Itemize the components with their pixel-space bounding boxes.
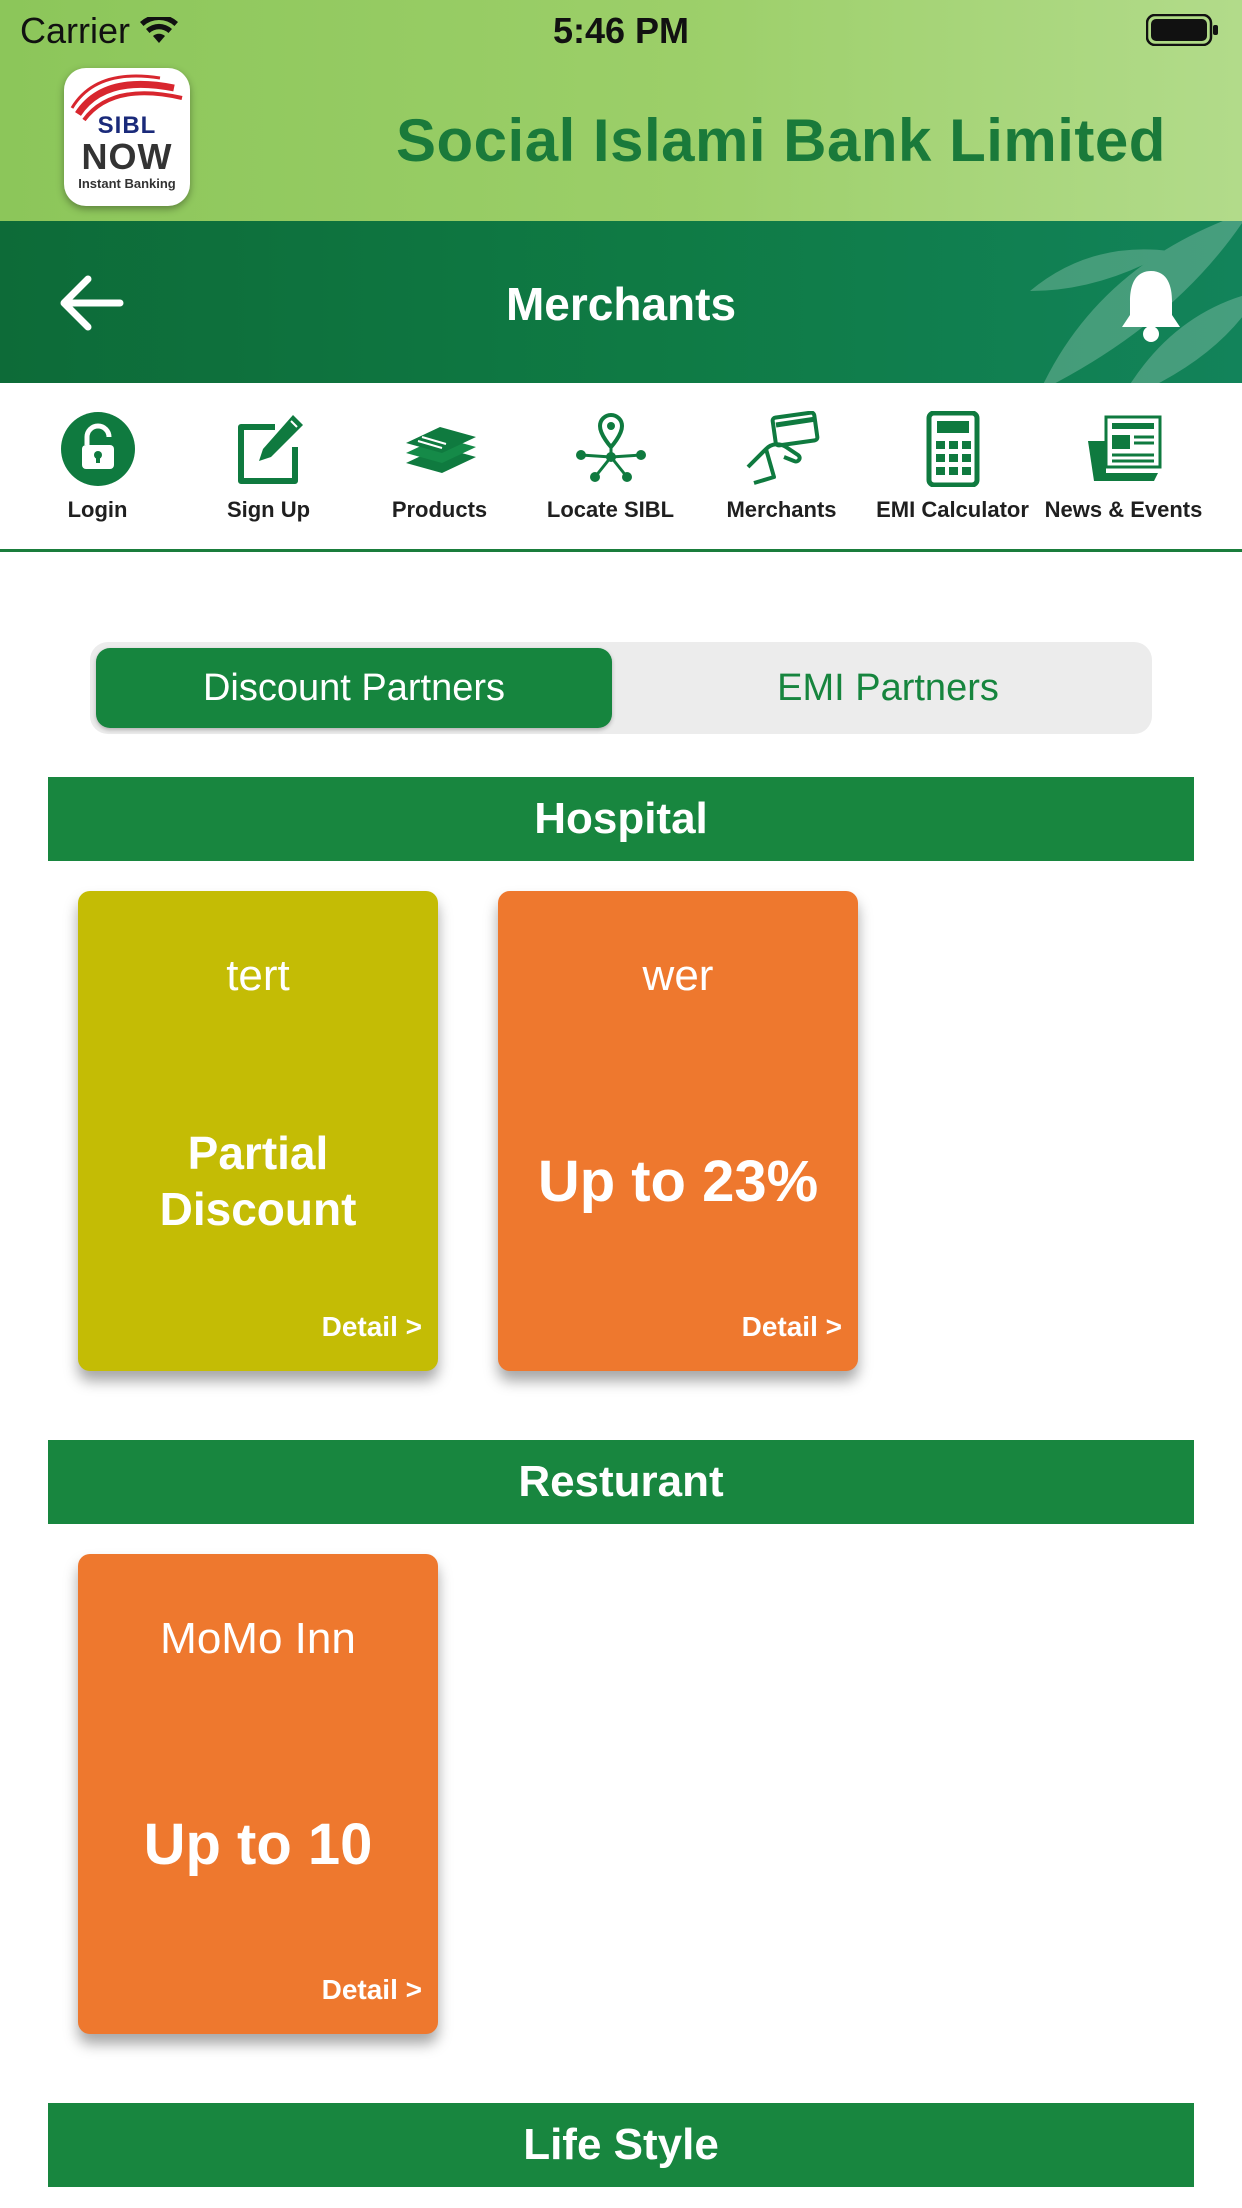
merchant-card[interactable]: MoMo Inn Up to 10 Detail > [78,1554,438,2034]
merchant-card[interactable]: wer Up to 23% Detail > [498,891,858,1371]
menu-item-login[interactable]: Login [12,383,183,549]
menu-label: EMI Calculator [876,497,1029,522]
newspaper-icon [1088,415,1162,481]
tab-discount-partners[interactable]: Discount Partners [96,648,612,728]
menu-item-news-events[interactable]: News & Events [1038,383,1209,549]
category-header-hospital: Hospital [48,777,1194,861]
nav-bar: Merchants [0,221,1242,383]
merchant-name: MoMo Inn [160,1614,356,1663]
logo-text-tagline: Instant Banking [78,176,176,191]
bank-name: Social Islami Bank Limited [396,107,1166,174]
logo-text-now: NOW [81,136,173,177]
battery-icon [1146,14,1218,46]
edit-icon [238,415,303,484]
status-time: 5:46 PM [552,10,690,51]
menu-label: Products [391,497,488,522]
menu-label: News & Events [1044,497,1203,522]
menu-item-sign-up[interactable]: Sign Up [183,383,354,549]
menu-label: Locate SIBL [546,497,675,522]
merchant-card[interactable]: tert Partial Discount Detail > [78,891,438,1371]
calculator-icon [926,411,980,487]
merchant-offer: Up to 10 [143,1811,373,1877]
stack-icon [406,427,476,473]
merchant-name: wer [642,951,714,1000]
menu-item-emi-calculator[interactable]: EMI Calculator [867,383,1038,549]
menu-label: Merchants [726,497,837,522]
menu-label: Sign Up [226,497,311,522]
merchant-name: tert [226,951,290,1000]
page-title: Merchants [505,278,737,330]
merchant-offer: Partial Discount [159,1127,357,1235]
merchant-offer: Up to 23% [537,1148,819,1214]
detail-link[interactable]: Detail > [742,1311,842,1343]
menu-label: Login [67,497,128,522]
partner-type-tabs: Discount Partners EMI Partners [90,642,1152,734]
quick-menu: Login Sign Up Products Locate SIBL Merch… [0,383,1242,552]
location-network-icon [576,412,646,482]
detail-link[interactable]: Detail > [322,1311,422,1343]
lock-icon [61,412,135,486]
brand-header: Carrier 5:46 PM SIBL NOW Instant Banking… [0,0,1242,221]
bell-icon[interactable] [1118,267,1184,343]
category-header-resturant: Resturant [48,1440,1194,1524]
menu-item-merchants[interactable]: Merchants [696,383,867,549]
category-header-life-style: Life Style [48,2103,1194,2187]
menu-item-locate-sibl[interactable]: Locate SIBL [525,383,696,549]
tab-emi-partners[interactable]: EMI Partners [630,648,1146,728]
card-hand-icon [746,411,820,485]
detail-link[interactable]: Detail > [322,1974,422,2006]
sibl-now-logo: SIBL NOW Instant Banking [64,68,190,206]
menu-item-products[interactable]: Products [354,383,525,549]
